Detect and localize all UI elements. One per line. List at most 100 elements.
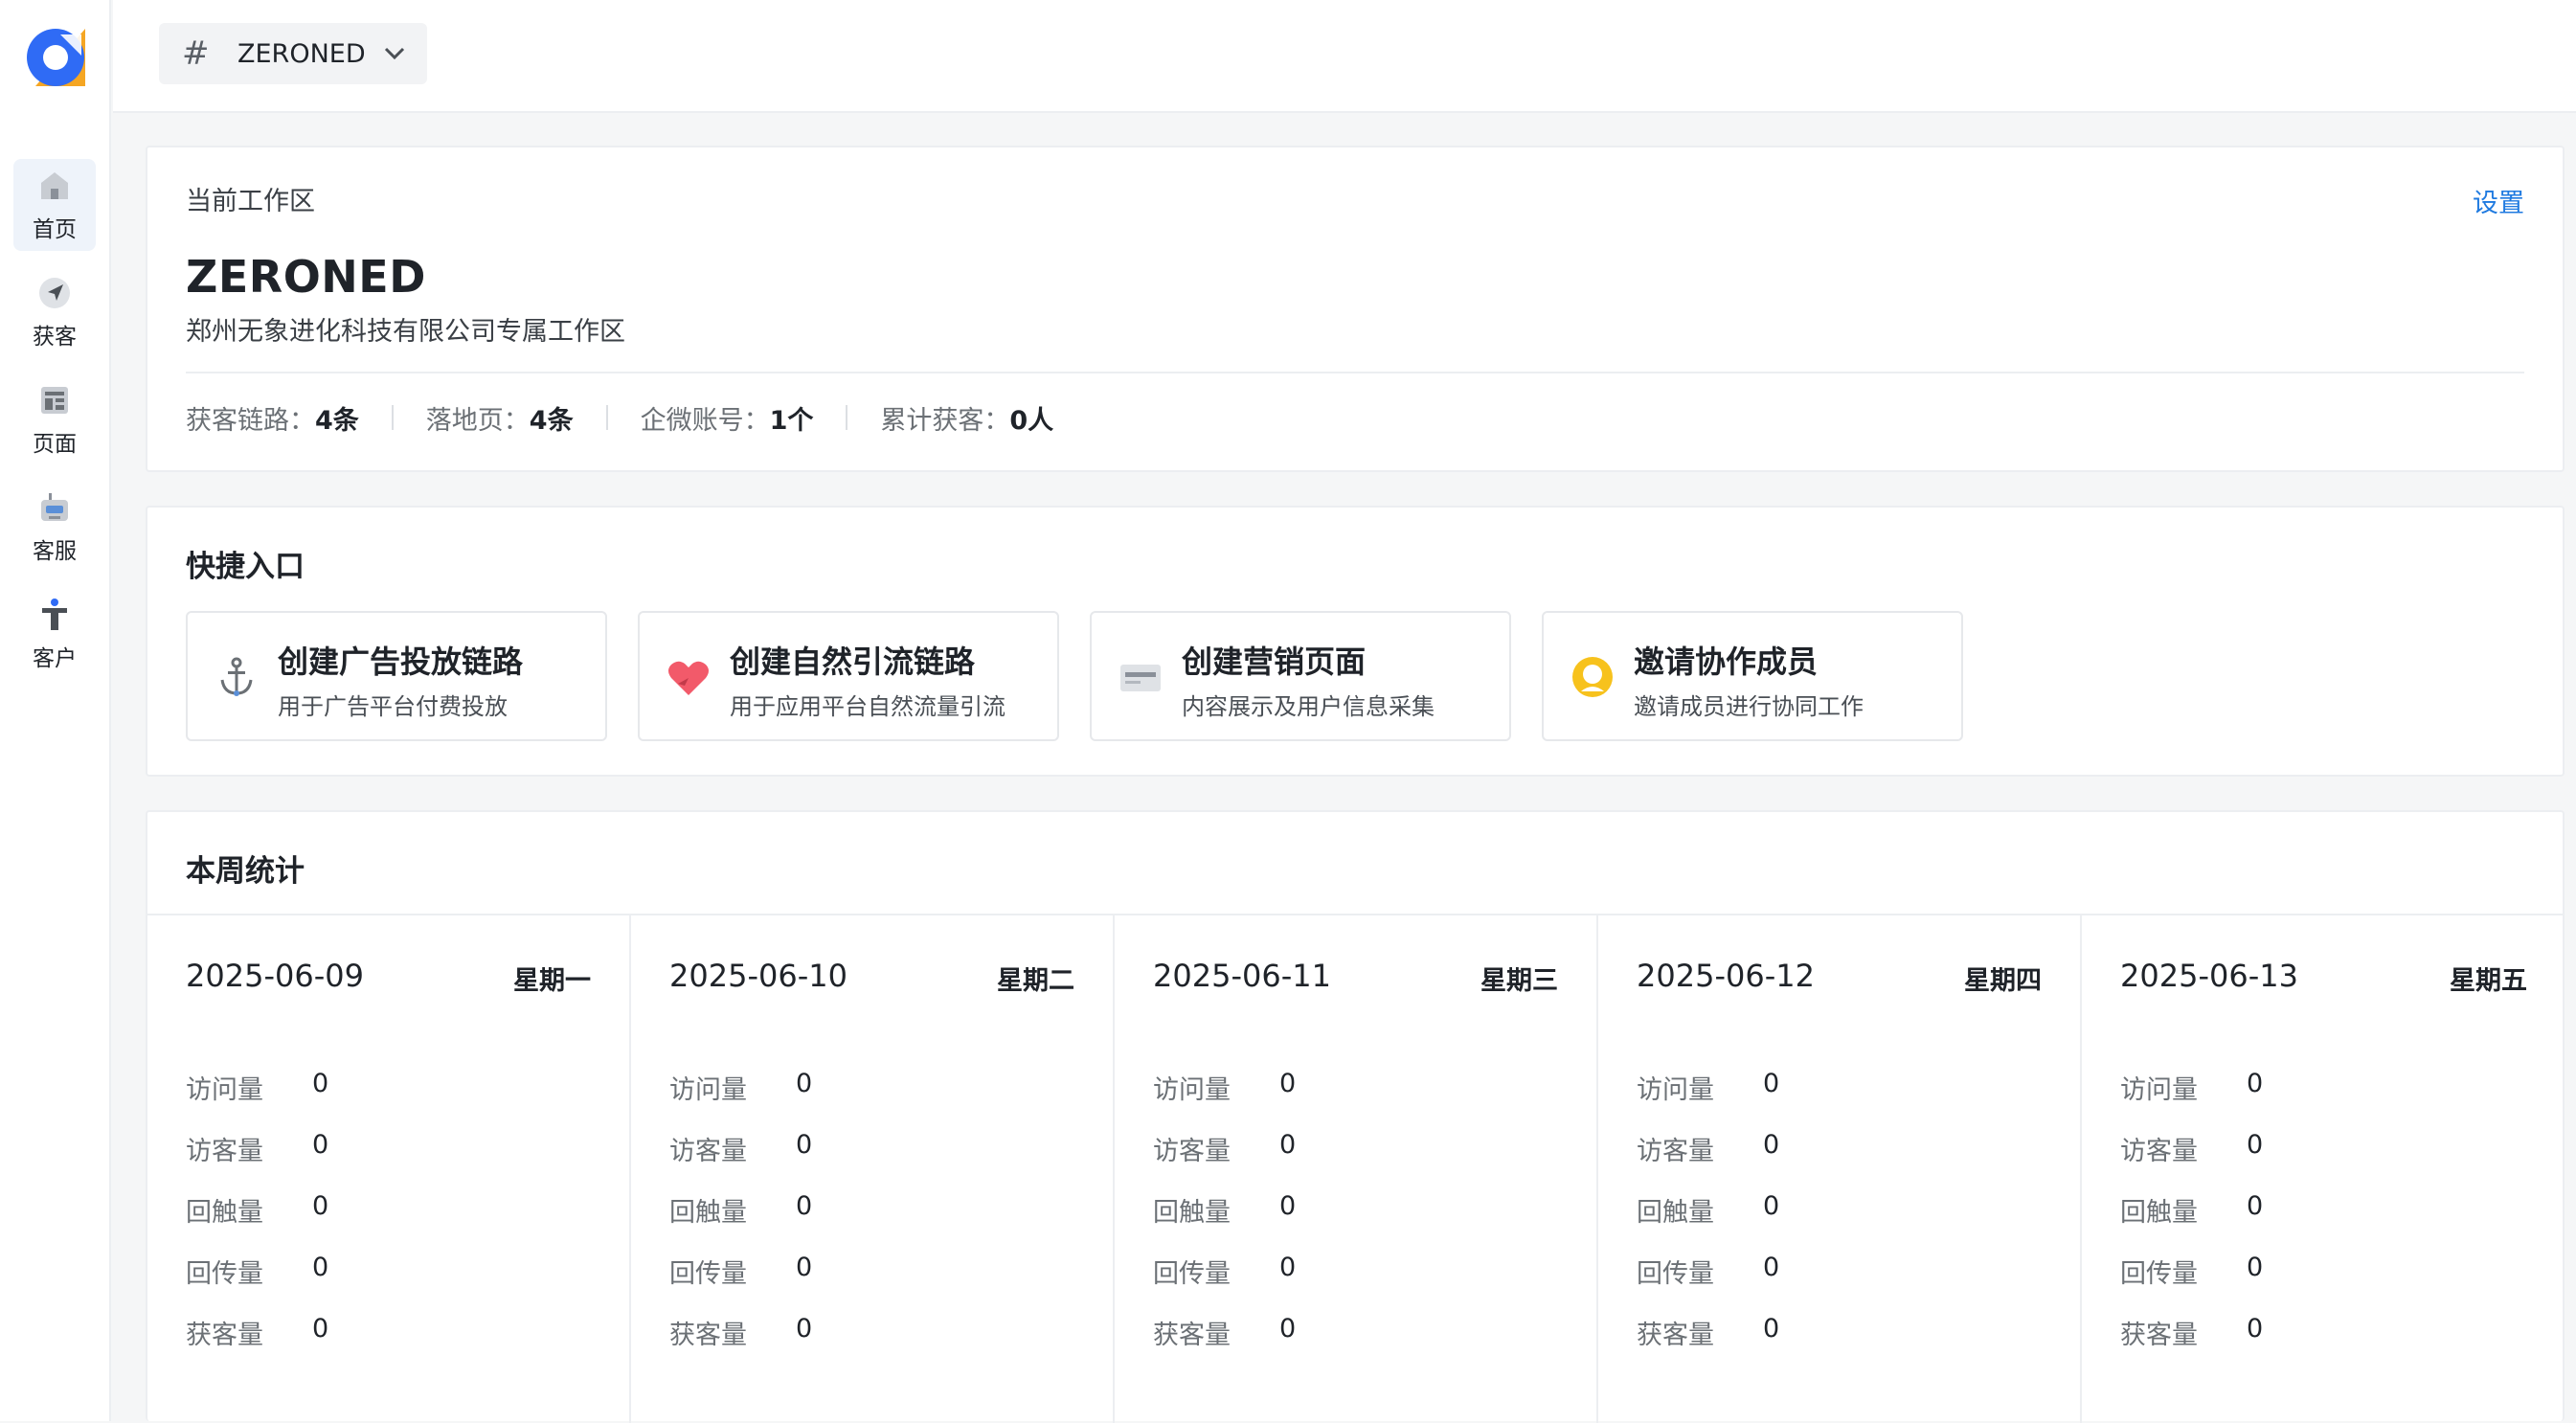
metric-label: 访客量	[186, 1137, 263, 1166]
metric-value: 0	[1279, 1314, 1297, 1344]
quick-create-marketing-page[interactable]: 创建营销页面 内容展示及用户信息采集	[1090, 611, 1511, 741]
day-column: 2025-06-12 星期四 访问量 0 访客量 0 回触量 0 回传量 0 获客量 0	[1598, 915, 2082, 1423]
metric-value: 0	[796, 1253, 813, 1282]
card-icon	[1120, 665, 1161, 691]
metric-value: 0	[1763, 1191, 1780, 1221]
sidebar-item-pages[interactable]: 页面	[13, 373, 96, 465]
metric-value: 0	[1279, 1191, 1297, 1221]
quick-invite-members[interactable]: 邀请协作成员 邀请成员进行协同工作	[1542, 611, 1963, 741]
quick-entry-title: 快捷入口	[186, 550, 305, 584]
send-icon	[39, 278, 70, 308]
workspace-card: 当前工作区 设置 ZERONED 郑州无象进化科技有限公司专属工作区 获客链路：…	[146, 146, 2565, 472]
metric-label: 回传量	[1153, 1259, 1231, 1289]
day-weekday: 星期二	[997, 966, 1074, 996]
sidebar-item-acquire[interactable]: 获客	[13, 266, 96, 358]
metric-value: 0	[2247, 1069, 2264, 1098]
metric-value: 0	[1279, 1130, 1297, 1160]
metric-label: 获客量	[1153, 1321, 1231, 1350]
stat-wecom-accounts: 企微账号： 1个	[641, 399, 814, 437]
quick-create-ad-link[interactable]: 创建广告投放链路 用于广告平台付费投放	[186, 611, 607, 741]
quick-item-subtitle: 邀请成员进行协同工作	[1634, 693, 1864, 720]
stat-label: 获客链路：	[186, 405, 315, 436]
metric-label: 回触量	[186, 1198, 263, 1228]
metric-label: 访客量	[669, 1137, 747, 1166]
stat-separator	[605, 405, 608, 430]
metric-value: 0	[2247, 1191, 2264, 1221]
top-bar: # ZERONED	[113, 0, 2576, 113]
metric-label: 获客量	[186, 1321, 263, 1350]
day-column: 2025-06-13 星期五 访问量 0 访客量 0 回触量 0 回传量 0 获客量 0	[2082, 915, 2565, 1423]
workspace-switcher[interactable]: # ZERONED	[159, 23, 427, 84]
sidebar-item-label: 客户	[33, 646, 77, 671]
user-circle-icon	[1572, 657, 1613, 697]
workspace-label: 当前工作区	[186, 187, 315, 216]
settings-link[interactable]: 设置	[2473, 182, 2524, 219]
day-date: 2025-06-13	[2120, 958, 2298, 994]
sidebar: 首页 获客 页面 客服 客户	[0, 0, 111, 1421]
quick-entry-card: 快捷入口 创建广告投放链路 用于广告平台付费投放 创建自然引流链路 用于应用平台…	[146, 506, 2565, 777]
stat-value: 4条	[529, 405, 574, 436]
sidebar-item-label: 客服	[33, 539, 77, 564]
metric-value: 0	[312, 1314, 329, 1344]
sidebar-item-label: 首页	[33, 217, 77, 242]
metric-value: 0	[2247, 1253, 2264, 1282]
quick-item-title: 邀请协作成员	[1634, 644, 1819, 680]
app-logo-icon[interactable]	[26, 27, 89, 88]
quick-item-title: 创建广告投放链路	[278, 644, 524, 680]
metric-value: 0	[312, 1253, 329, 1282]
sidebar-item-label: 页面	[33, 432, 77, 457]
day-date: 2025-06-11	[1153, 958, 1331, 994]
robot-icon	[41, 493, 68, 521]
sidebar-item-label: 获客	[33, 325, 77, 350]
weekly-stats-card: 本周统计 2025-06-09 星期一 访问量 0 访客量 0 回触量 0 回传量 0 …	[146, 810, 2565, 1423]
home-icon	[41, 172, 68, 199]
metric-value: 0	[1763, 1314, 1780, 1344]
stat-label: 落地页：	[425, 405, 530, 436]
stat-label: 企微账号：	[640, 405, 770, 436]
anchor-icon	[220, 657, 253, 696]
metric-label: 回触量	[669, 1198, 747, 1228]
day-weekday: 星期一	[513, 966, 591, 996]
person-icon	[42, 599, 67, 630]
quick-item-title: 创建营销页面	[1182, 644, 1367, 680]
sidebar-item-service[interactable]: 客服	[13, 481, 96, 573]
sidebar-item-home[interactable]: 首页	[13, 159, 96, 251]
workspace-switcher-name: ZERONED	[237, 39, 366, 69]
quick-create-organic-link[interactable]: 创建自然引流链路 用于应用平台自然流量引流	[638, 611, 1059, 741]
metric-value: 0	[1763, 1253, 1780, 1282]
metric-label: 回触量	[2120, 1198, 2198, 1228]
stat-label: 累计获客：	[880, 405, 1010, 436]
stat-value: 0人	[1009, 405, 1054, 436]
weekly-stats-title: 本周统计	[186, 854, 305, 889]
metric-value: 0	[1763, 1130, 1780, 1160]
metric-label: 回传量	[669, 1259, 747, 1289]
metric-value: 0	[1279, 1253, 1297, 1282]
day-weekday: 星期五	[2450, 966, 2527, 996]
metric-value: 0	[796, 1191, 813, 1221]
day-date: 2025-06-10	[669, 958, 847, 994]
heart-icon	[668, 661, 709, 695]
stat-value: 4条	[315, 405, 359, 436]
sidebar-item-customers[interactable]: 客户	[13, 588, 96, 680]
metric-value: 0	[796, 1069, 813, 1098]
metric-value: 0	[312, 1130, 329, 1160]
metric-label: 访客量	[2120, 1137, 2198, 1166]
page-layout-icon	[41, 387, 68, 414]
metric-label: 访问量	[2120, 1075, 2198, 1105]
metric-value: 0	[2247, 1130, 2264, 1160]
metric-label: 回传量	[2120, 1259, 2198, 1289]
metric-label: 访问量	[669, 1075, 747, 1105]
stat-total-customers: 累计获客： 0人	[880, 399, 1053, 437]
metric-value: 0	[312, 1191, 329, 1221]
metric-value: 0	[2247, 1314, 2264, 1344]
stat-value: 1个	[769, 405, 814, 436]
workspace-description: 郑州无象进化科技有限公司专属工作区	[186, 317, 625, 347]
day-date: 2025-06-09	[186, 958, 364, 994]
day-column: 2025-06-09 星期一 访问量 0 访客量 0 回触量 0 回传量 0 获客量 0	[147, 915, 631, 1423]
metric-value: 0	[1763, 1069, 1780, 1098]
metric-value: 0	[312, 1069, 329, 1098]
workspace-stats: 获客链路： 4条 落地页： 4条 企微账号： 1个 累计获客： 0人	[186, 398, 1053, 437]
quick-item-subtitle: 用于应用平台自然流量引流	[730, 693, 1006, 720]
metric-value: 0	[796, 1130, 813, 1160]
metric-label: 回传量	[1637, 1259, 1714, 1289]
